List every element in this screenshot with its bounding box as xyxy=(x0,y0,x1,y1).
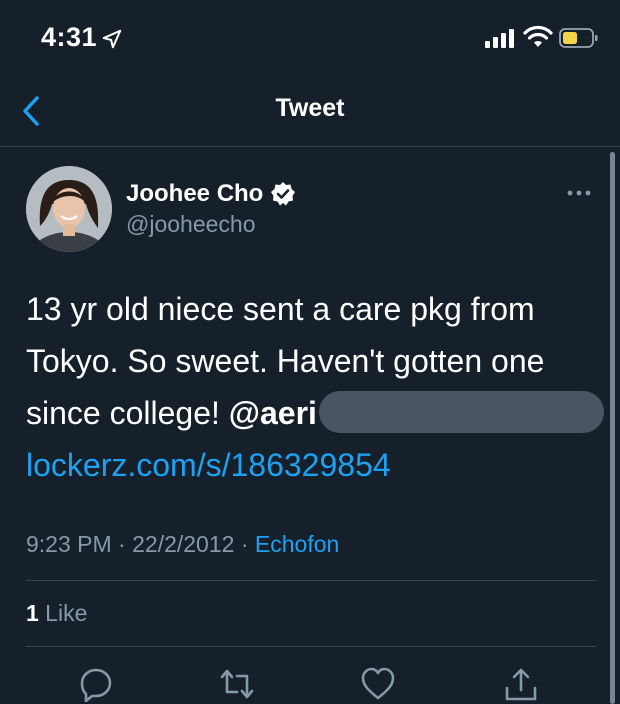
avatar-portrait-image xyxy=(26,166,112,252)
tweet-time: 9:23 PM xyxy=(26,531,112,557)
meta-separator: · xyxy=(234,531,255,557)
wifi-icon xyxy=(523,25,553,47)
redacted-text xyxy=(318,391,604,433)
status-bar: 4:31 xyxy=(0,0,620,80)
meta-separator: · xyxy=(111,531,133,557)
more-options-icon[interactable] xyxy=(566,182,592,204)
status-time: 4:31 xyxy=(41,22,98,52)
nav-bar: Tweet xyxy=(0,80,620,147)
share-icon[interactable] xyxy=(503,666,539,702)
tweet-url-link[interactable]: lockerz.com/s/186329854 xyxy=(26,447,391,483)
tweet-detail-screen: 4:31 Tweet Joohee Cho @jooheecho 13 yr o… xyxy=(0,0,620,704)
like-count-label: Like xyxy=(38,600,88,626)
divider xyxy=(26,580,596,581)
like-icon[interactable] xyxy=(360,666,396,702)
tweet-line: since college! @aeri xyxy=(26,387,616,439)
tweet-date: 22/2/2012 xyxy=(132,531,235,557)
tweet-line: 13 yr old niece sent a care pkg from xyxy=(26,291,535,327)
mention-link[interactable]: @aeri xyxy=(229,395,317,431)
divider xyxy=(26,646,596,647)
location-arrow-icon xyxy=(102,29,122,49)
tweet-text: 13 yr old niece sent a care pkg from Tok… xyxy=(26,283,616,491)
author-handle[interactable]: @jooheecho xyxy=(126,211,256,238)
retweet-icon[interactable] xyxy=(219,666,255,702)
tweet-line: Tokyo. So sweet. Haven't gotten one xyxy=(26,343,545,379)
verified-badge-icon xyxy=(271,182,295,206)
tweet-meta: 9:23 PM · 22/2/2012 · Echofon xyxy=(26,531,339,558)
like-count-number: 1 xyxy=(26,600,39,626)
battery-icon xyxy=(559,28,598,48)
reply-icon[interactable] xyxy=(78,666,114,702)
tweet-source-link[interactable]: Echofon xyxy=(255,531,339,557)
author-display-name[interactable]: Joohee Cho xyxy=(126,180,263,208)
likes-count[interactable]: 1 Like xyxy=(26,600,87,627)
avatar[interactable] xyxy=(26,166,112,252)
page-title: Tweet xyxy=(275,94,345,122)
tweet-line: lockerz.com/s/186329854 xyxy=(26,439,616,491)
tweet-line-text: since college! xyxy=(26,395,229,431)
cellular-signal-icon xyxy=(485,29,514,48)
